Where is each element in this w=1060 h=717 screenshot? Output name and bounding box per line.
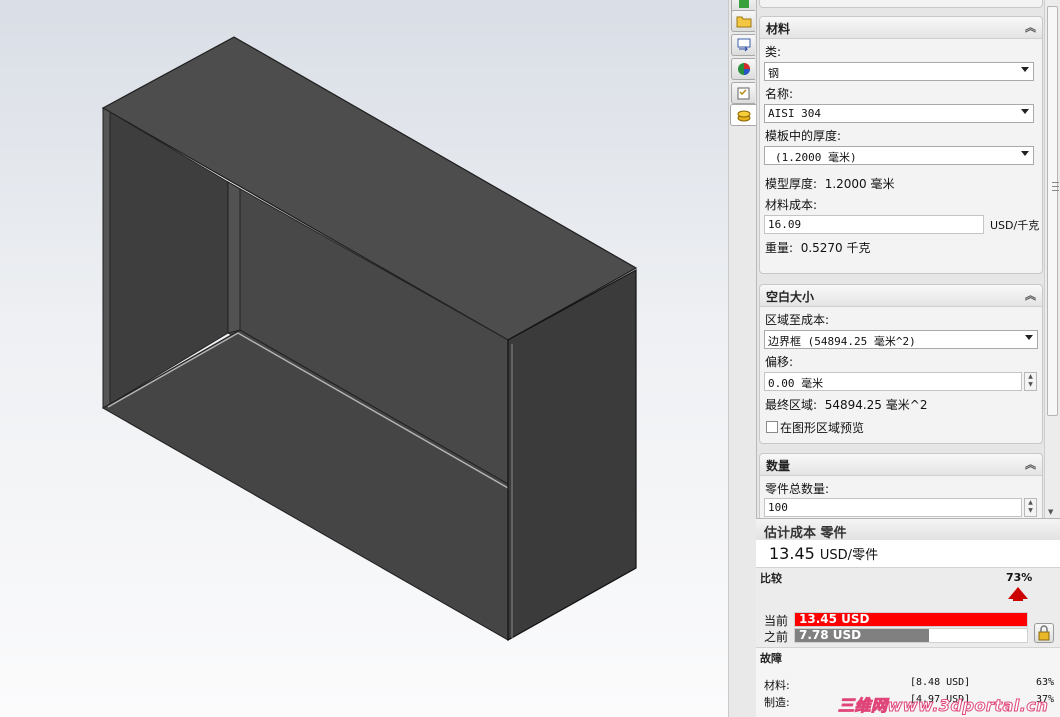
area-to-cost-label: 区域至成本: <box>765 313 830 327</box>
material-name-select[interactable]: AISI 304 <box>764 104 1034 123</box>
sheet-metal-box-model[interactable] <box>0 0 728 717</box>
increase-arrow-icon <box>1008 587 1028 601</box>
current-label: 当前 <box>764 614 789 628</box>
breakdown-title: 故障 <box>760 652 782 665</box>
breakdown-row-material: 材料: [8.48 USD] 63% <box>764 677 1054 692</box>
estimate-unit: USD/零件 <box>819 548 879 563</box>
weight-value: 0.5270 千克 <box>800 241 871 255</box>
tab-custom-properties[interactable] <box>731 82 755 104</box>
checklist-icon <box>737 87 749 100</box>
blank-size-group: 空白大小 ︽ 区域至成本: 边界框 (54894.25 毫米^2) 偏移: 0.… <box>759 284 1043 444</box>
total-parts-label: 零件总数量: <box>765 482 830 496</box>
model-thickness-value: 1.2000 毫米 <box>824 177 895 191</box>
preview-checkbox[interactable] <box>766 421 778 433</box>
area-to-cost-select[interactable]: 边界框 (54894.25 毫米^2) <box>764 330 1038 349</box>
offset-input[interactable]: 0.00 毫米 <box>764 372 1022 391</box>
compare-percent: 73% <box>1006 571 1033 584</box>
appearance-icon <box>737 63 750 75</box>
folder-icon <box>736 16 751 28</box>
tab-display-manager[interactable] <box>731 34 755 56</box>
previous-group-tail <box>759 0 1043 8</box>
estimate-value: 13.45 USD/零件 <box>769 544 879 563</box>
box-inner-flange <box>227 181 241 334</box>
costing-coins-icon <box>737 110 751 122</box>
material-class-label: 类: <box>765 45 782 59</box>
compare-section: 比较 73% 当前 13.45 USD 之前 7.78 USD <box>756 568 1060 648</box>
tab-appearances[interactable] <box>731 58 755 80</box>
scrollbar-thumb[interactable] <box>1047 6 1059 416</box>
material-group-title: 材料 <box>766 22 791 36</box>
quantity-group-header[interactable]: 数量 ︽ <box>760 454 1042 476</box>
compare-title: 比较 <box>760 572 782 585</box>
dropdown-arrow-icon <box>1021 67 1029 72</box>
collapse-chevron-icon[interactable]: ︽ <box>1025 287 1036 303</box>
box-left-wall <box>102 107 111 409</box>
dropdown-arrow-icon <box>1025 335 1033 340</box>
tab-file-explorer[interactable] <box>731 10 755 32</box>
final-area-label: 最终区域: 54894.25 毫米^2 <box>765 398 928 412</box>
lock-baseline-button[interactable] <box>1034 623 1054 643</box>
offset-label: 偏移: <box>765 355 794 369</box>
display-manager-icon <box>737 38 750 52</box>
model-thickness-label: 模型厚度: 1.2000 毫米 <box>765 177 895 191</box>
quantity-spinner[interactable]: ▲ ▼ <box>1024 498 1037 517</box>
scroll-down-icon[interactable]: ▼ <box>1048 508 1053 516</box>
collapse-chevron-icon[interactable]: ︽ <box>1025 19 1036 35</box>
manager-tab-strip <box>728 0 757 717</box>
preview-label: 在图形区域预览 <box>780 421 865 435</box>
current-bar: 13.45 USD <box>795 613 1027 626</box>
template-thickness-select[interactable]: (1.2000 毫米) <box>764 146 1034 165</box>
current-bar-track: 13.45 USD <box>794 612 1028 627</box>
material-cost-unit: USD/千克 <box>990 219 1040 232</box>
total-parts-input[interactable]: 100 <box>764 498 1022 517</box>
graphics-viewport[interactable] <box>0 0 728 717</box>
template-thickness-label: 模板中的厚度: <box>765 129 842 143</box>
material-cost-input[interactable]: 16.09 <box>764 215 984 234</box>
material-class-select[interactable]: 钢 <box>764 62 1034 81</box>
quantity-group: 数量 ︽ 零件总数量: 100 ▲ ▼ <box>759 453 1043 521</box>
dropdown-arrow-icon <box>1021 151 1029 156</box>
offset-spinner[interactable]: ▲ ▼ <box>1024 372 1037 391</box>
quantity-group-title: 数量 <box>766 459 791 473</box>
estimate-header: 估计成本 零件 <box>756 518 1060 541</box>
green-tab-icon <box>738 0 749 8</box>
material-group: 材料 ︽ 类: 钢 名称: AISI 304 模板中的厚度: (1.2000 毫… <box>759 16 1043 274</box>
collapse-chevron-icon[interactable]: ︽ <box>1025 456 1036 472</box>
previous-label: 之前 <box>764 630 789 644</box>
final-area-value: 54894.25 毫米^2 <box>824 398 928 412</box>
material-cost-label: 材料成本: <box>765 198 818 212</box>
dropdown-arrow-icon <box>1021 109 1029 114</box>
blank-size-group-title: 空白大小 <box>766 290 815 304</box>
tab-costing[interactable] <box>730 104 757 126</box>
grip-icon <box>1052 182 1059 191</box>
panel-scrollbar[interactable]: ▼ <box>1044 0 1060 518</box>
previous-bar-track: 7.78 USD <box>794 628 1028 643</box>
watermark-logo: 三维网www.3dportal.cn <box>838 696 1049 716</box>
weight-label: 重量: 0.5270 千克 <box>765 241 871 255</box>
material-name-label: 名称: <box>765 87 794 101</box>
blank-size-group-header[interactable]: 空白大小 ︽ <box>760 285 1042 307</box>
previous-bar: 7.78 USD <box>795 629 929 642</box>
lock-icon <box>1038 625 1050 641</box>
estimate-body: 13.45 USD/零件 <box>756 540 1060 568</box>
material-group-header[interactable]: 材料 ︽ <box>760 17 1042 39</box>
